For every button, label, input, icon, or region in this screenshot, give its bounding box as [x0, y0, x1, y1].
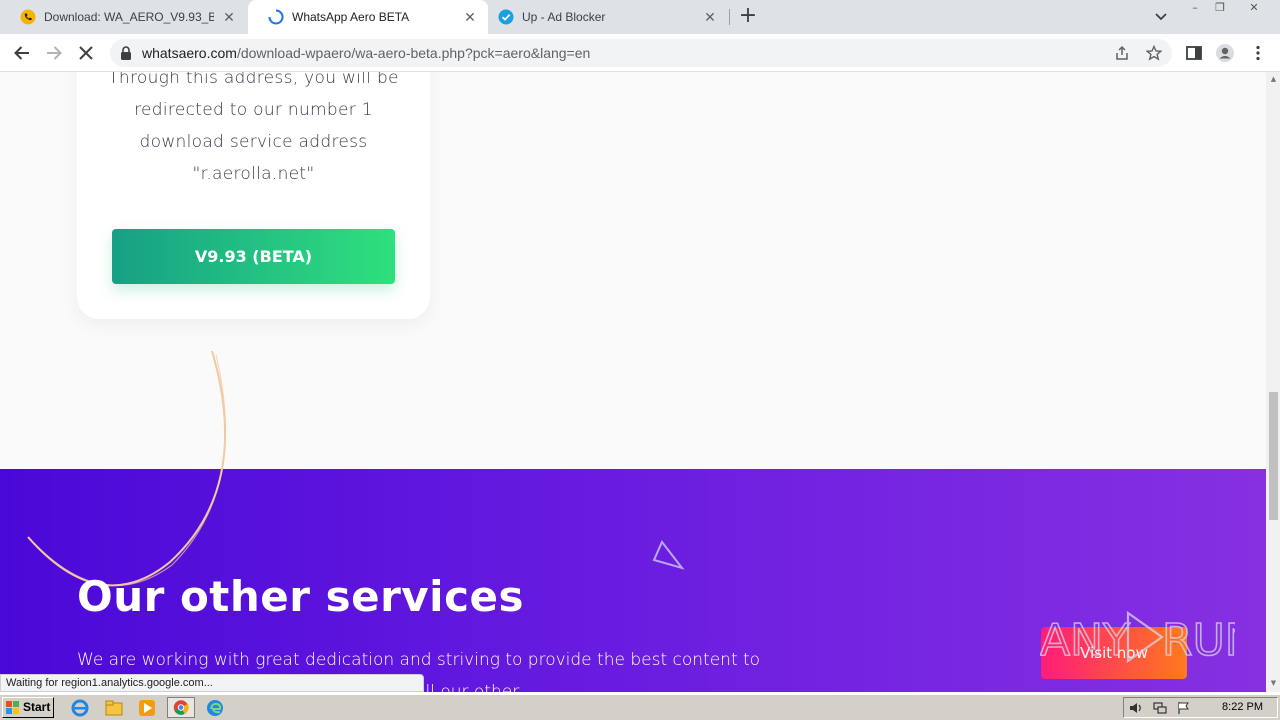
close-tab-icon[interactable]: ✕ — [221, 9, 237, 25]
tab-strip: Download: WA_AERO_V9.93_BETA_ ✕ WhatsApp… — [0, 0, 1280, 34]
close-tab-icon[interactable]: ✕ — [702, 9, 718, 25]
scroll-down-icon[interactable]: ▼ — [1269, 679, 1278, 687]
anyrun-watermark-logo: ANY RUN — [1040, 610, 1235, 667]
edge-icon[interactable] — [205, 698, 225, 718]
download-beta-button[interactable]: V9.93 (BETA) — [112, 229, 395, 284]
tab-title: Download: WA_AERO_V9.93_BETA_ — [44, 10, 214, 24]
close-window-button[interactable]: ✕ — [1245, 2, 1263, 16]
decorative-arc-shape — [27, 350, 227, 587]
browser-toolbar: whatsaero.com/download-wpaero/wa-aero-be… — [0, 34, 1280, 72]
services-title: Our other services — [77, 572, 524, 621]
tab-ad-blocker[interactable]: Up - Ad Blocker ✕ — [478, 0, 728, 34]
new-tab-button[interactable]: + — [738, 5, 758, 27]
svg-text:RUN: RUN — [1162, 615, 1235, 666]
scrollbar-thumb[interactable] — [1269, 392, 1278, 520]
system-tray: 8:22 PM — [1123, 697, 1278, 718]
media-player-icon[interactable] — [137, 698, 157, 718]
vertical-scrollbar[interactable]: ▲ ▼ — [1266, 72, 1280, 692]
loading-spinner-icon — [268, 9, 284, 25]
tab-divider — [729, 9, 730, 25]
start-label: Start — [23, 700, 51, 714]
svg-text:ANY: ANY — [1040, 615, 1130, 666]
scroll-up-icon[interactable]: ▲ — [1269, 75, 1278, 83]
share-icon[interactable] — [1114, 45, 1130, 61]
windows-flag-icon — [6, 701, 19, 714]
network-icon[interactable] — [1153, 701, 1167, 715]
tab-title: Up - Ad Blocker — [522, 10, 606, 24]
ad-blocker-check-icon — [498, 9, 514, 25]
windows-taskbar: Start 8:22 PM — [0, 694, 1280, 720]
chrome-icon[interactable] — [167, 697, 195, 718]
url-text[interactable]: whatsaero.com/download-wpaero/wa-aero-be… — [142, 45, 590, 61]
more-menu-icon[interactable] — [1248, 43, 1268, 63]
side-panel-icon[interactable] — [1184, 43, 1204, 63]
restore-button[interactable]: ❐ — [1211, 2, 1229, 16]
decorative-triangle-shape — [652, 540, 685, 570]
forward-arrow-icon[interactable] — [44, 43, 64, 63]
lock-icon[interactable] — [120, 46, 132, 60]
close-tab-icon[interactable]: ✕ — [462, 9, 478, 25]
internet-explorer-icon[interactable] — [70, 698, 90, 718]
tab-download[interactable]: Download: WA_AERO_V9.93_BETA_ ✕ — [0, 0, 247, 34]
stop-loading-icon[interactable] — [76, 43, 96, 63]
profile-avatar-icon[interactable] — [1215, 43, 1235, 63]
card-description: Through this address, you will be redire… — [108, 72, 399, 184]
whatsapp-aero-favicon-icon — [20, 9, 36, 25]
chevron-down-icon[interactable] — [1152, 9, 1170, 25]
url-domain: whatsaero.com — [142, 45, 237, 61]
page-viewport: Through this address, you will be redire… — [0, 72, 1266, 692]
start-button[interactable]: Start — [2, 697, 54, 718]
clock: 8:22 PM — [1222, 701, 1263, 713]
action-center-flag-icon[interactable] — [1177, 701, 1191, 715]
tab-title: WhatsApp Aero BETA — [292, 10, 410, 24]
address-bar[interactable]: whatsaero.com/download-wpaero/wa-aero-be… — [110, 39, 1172, 67]
volume-icon[interactable] — [1129, 701, 1143, 715]
back-arrow-icon[interactable] — [12, 43, 32, 63]
tab-whatsapp-aero-beta[interactable]: WhatsApp Aero BETA ✕ — [248, 0, 488, 34]
download-card: Through this address, you will be redire… — [77, 72, 430, 319]
url-path: /download-wpaero/wa-aero-beta.php?pck=ae… — [236, 45, 591, 61]
bookmark-star-icon[interactable] — [1146, 45, 1162, 61]
status-bubble: Waiting for region1.analytics.google.com… — [0, 674, 424, 692]
file-explorer-icon[interactable] — [104, 698, 124, 718]
minimize-button[interactable]: – — [1186, 2, 1204, 16]
